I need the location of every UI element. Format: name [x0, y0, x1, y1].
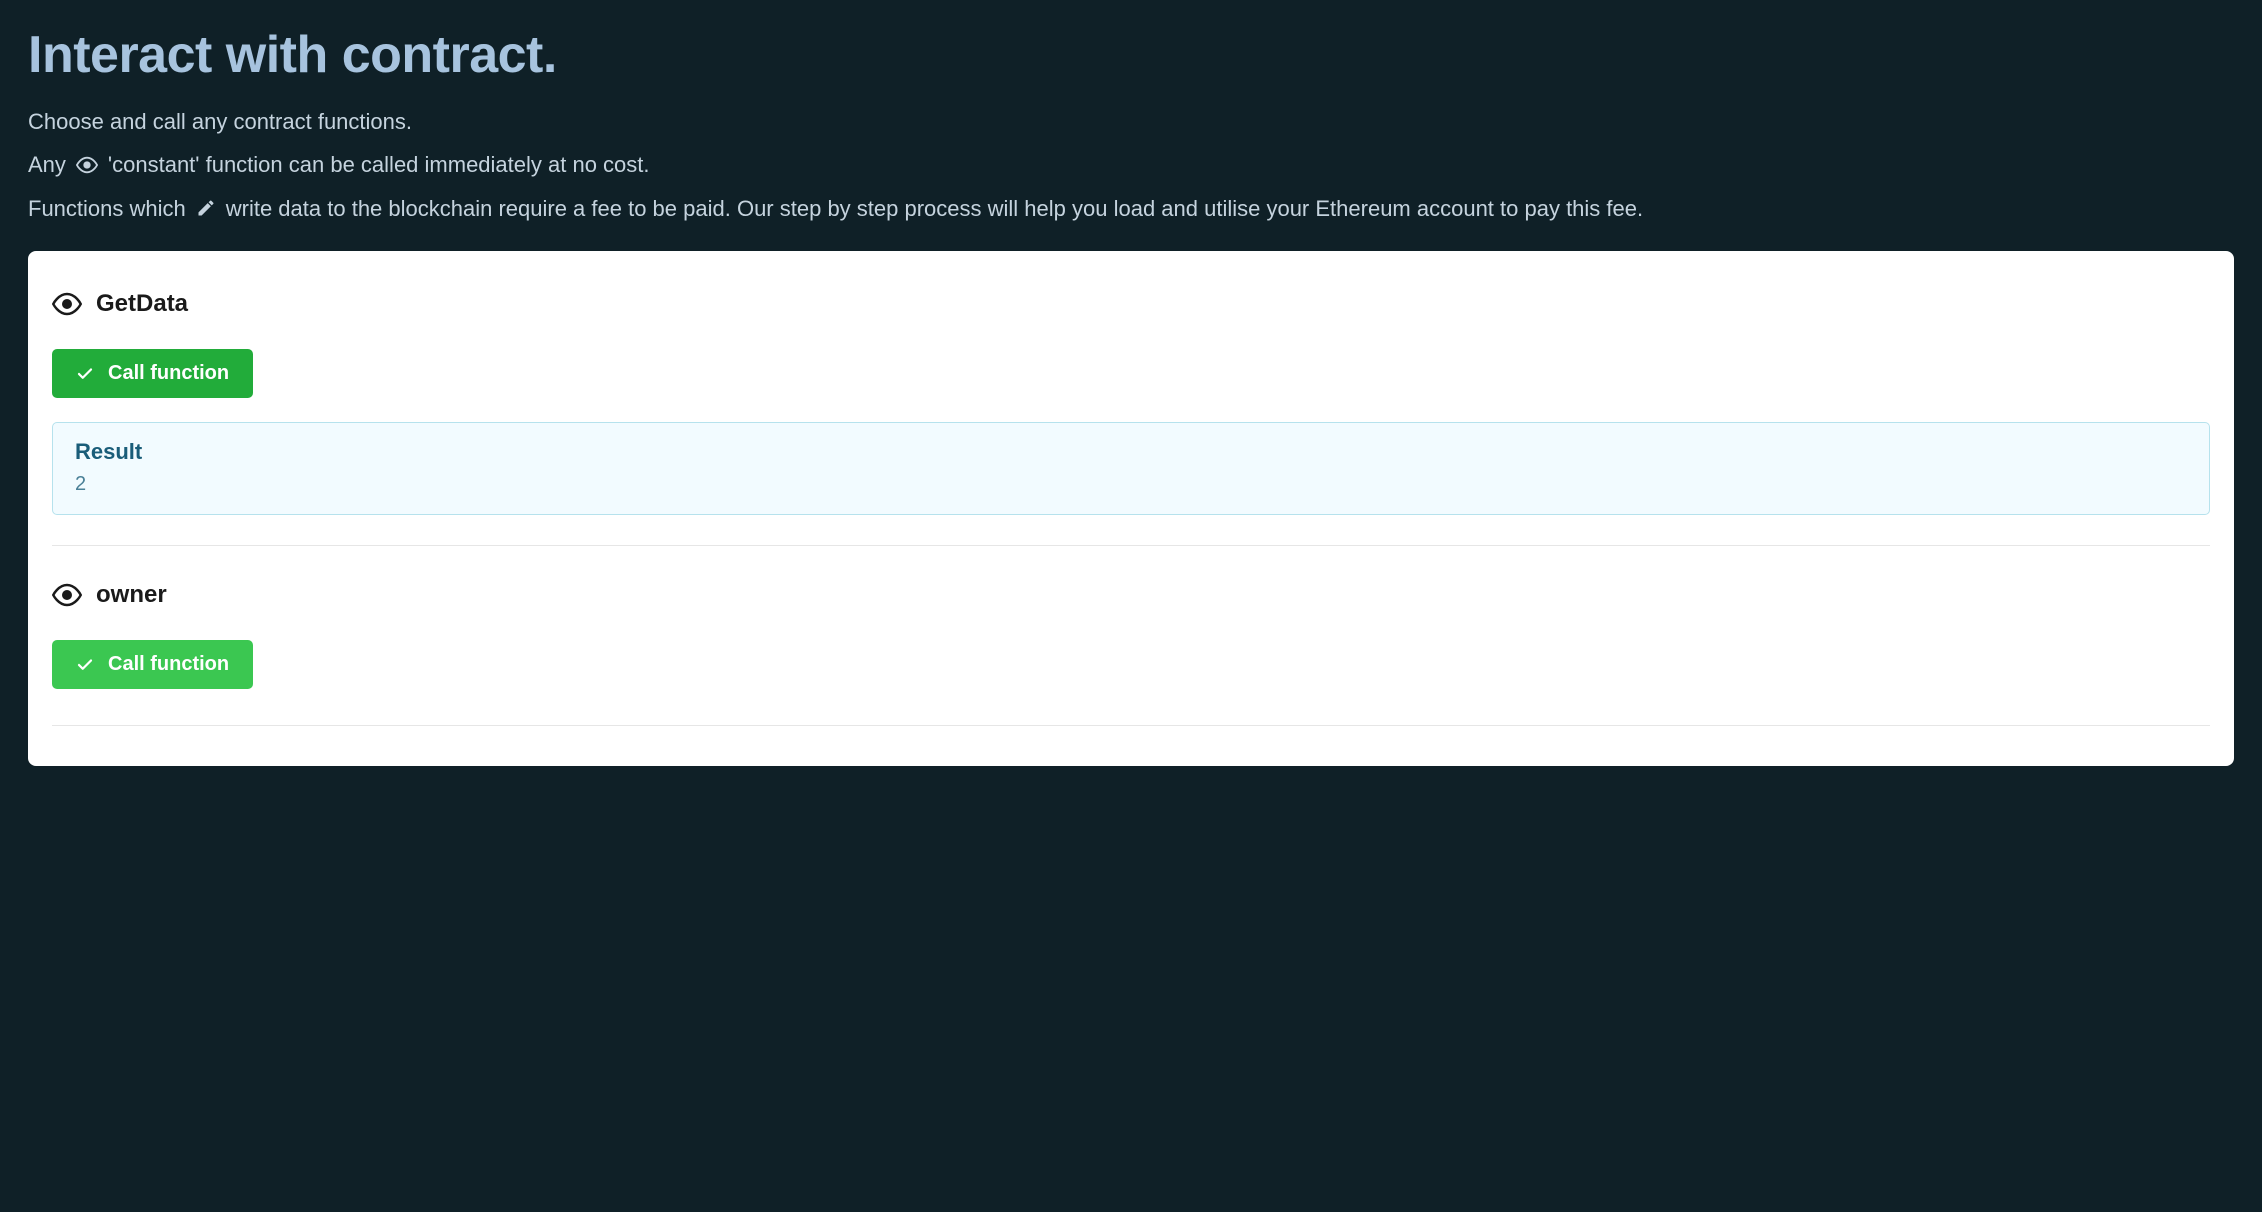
function-header: owner [52, 580, 2210, 610]
call-button-label: Call function [108, 653, 229, 676]
eye-icon [76, 154, 98, 176]
eye-icon [52, 580, 82, 610]
result-value: 2 [75, 473, 2187, 496]
check-icon [76, 365, 94, 383]
function-block-owner: owner Call function [52, 545, 2210, 719]
page-title: Interact with contract. [28, 25, 2234, 85]
functions-panel: GetData Call function Result 2 owner [28, 251, 2234, 766]
intro-line-1: Choose and call any contract functions. [28, 103, 2234, 140]
function-name: GetData [96, 290, 188, 318]
call-function-button[interactable]: Call function [52, 349, 253, 398]
intro-line-2-suffix: 'constant' function can be called immedi… [108, 146, 650, 183]
intro-line-2: Any 'constant' function can be called im… [28, 146, 2234, 183]
result-title: Result [75, 439, 2187, 465]
call-function-button[interactable]: Call function [52, 640, 253, 689]
intro-line-3: Functions which write data to the blockc… [28, 190, 2234, 227]
intro-line-2-prefix: Any [28, 146, 66, 183]
check-icon [76, 656, 94, 674]
intro-line-3-prefix: Functions which [28, 190, 186, 227]
intro-line-3-suffix: write data to the blockchain require a f… [226, 190, 1643, 227]
result-box: Result 2 [52, 422, 2210, 515]
eye-icon [52, 289, 82, 319]
pencil-icon [196, 198, 216, 218]
divider [52, 725, 2210, 726]
function-name: owner [96, 581, 167, 609]
function-block-getdata: GetData Call function Result 2 [52, 279, 2210, 545]
function-header: GetData [52, 289, 2210, 319]
call-button-label: Call function [108, 362, 229, 385]
